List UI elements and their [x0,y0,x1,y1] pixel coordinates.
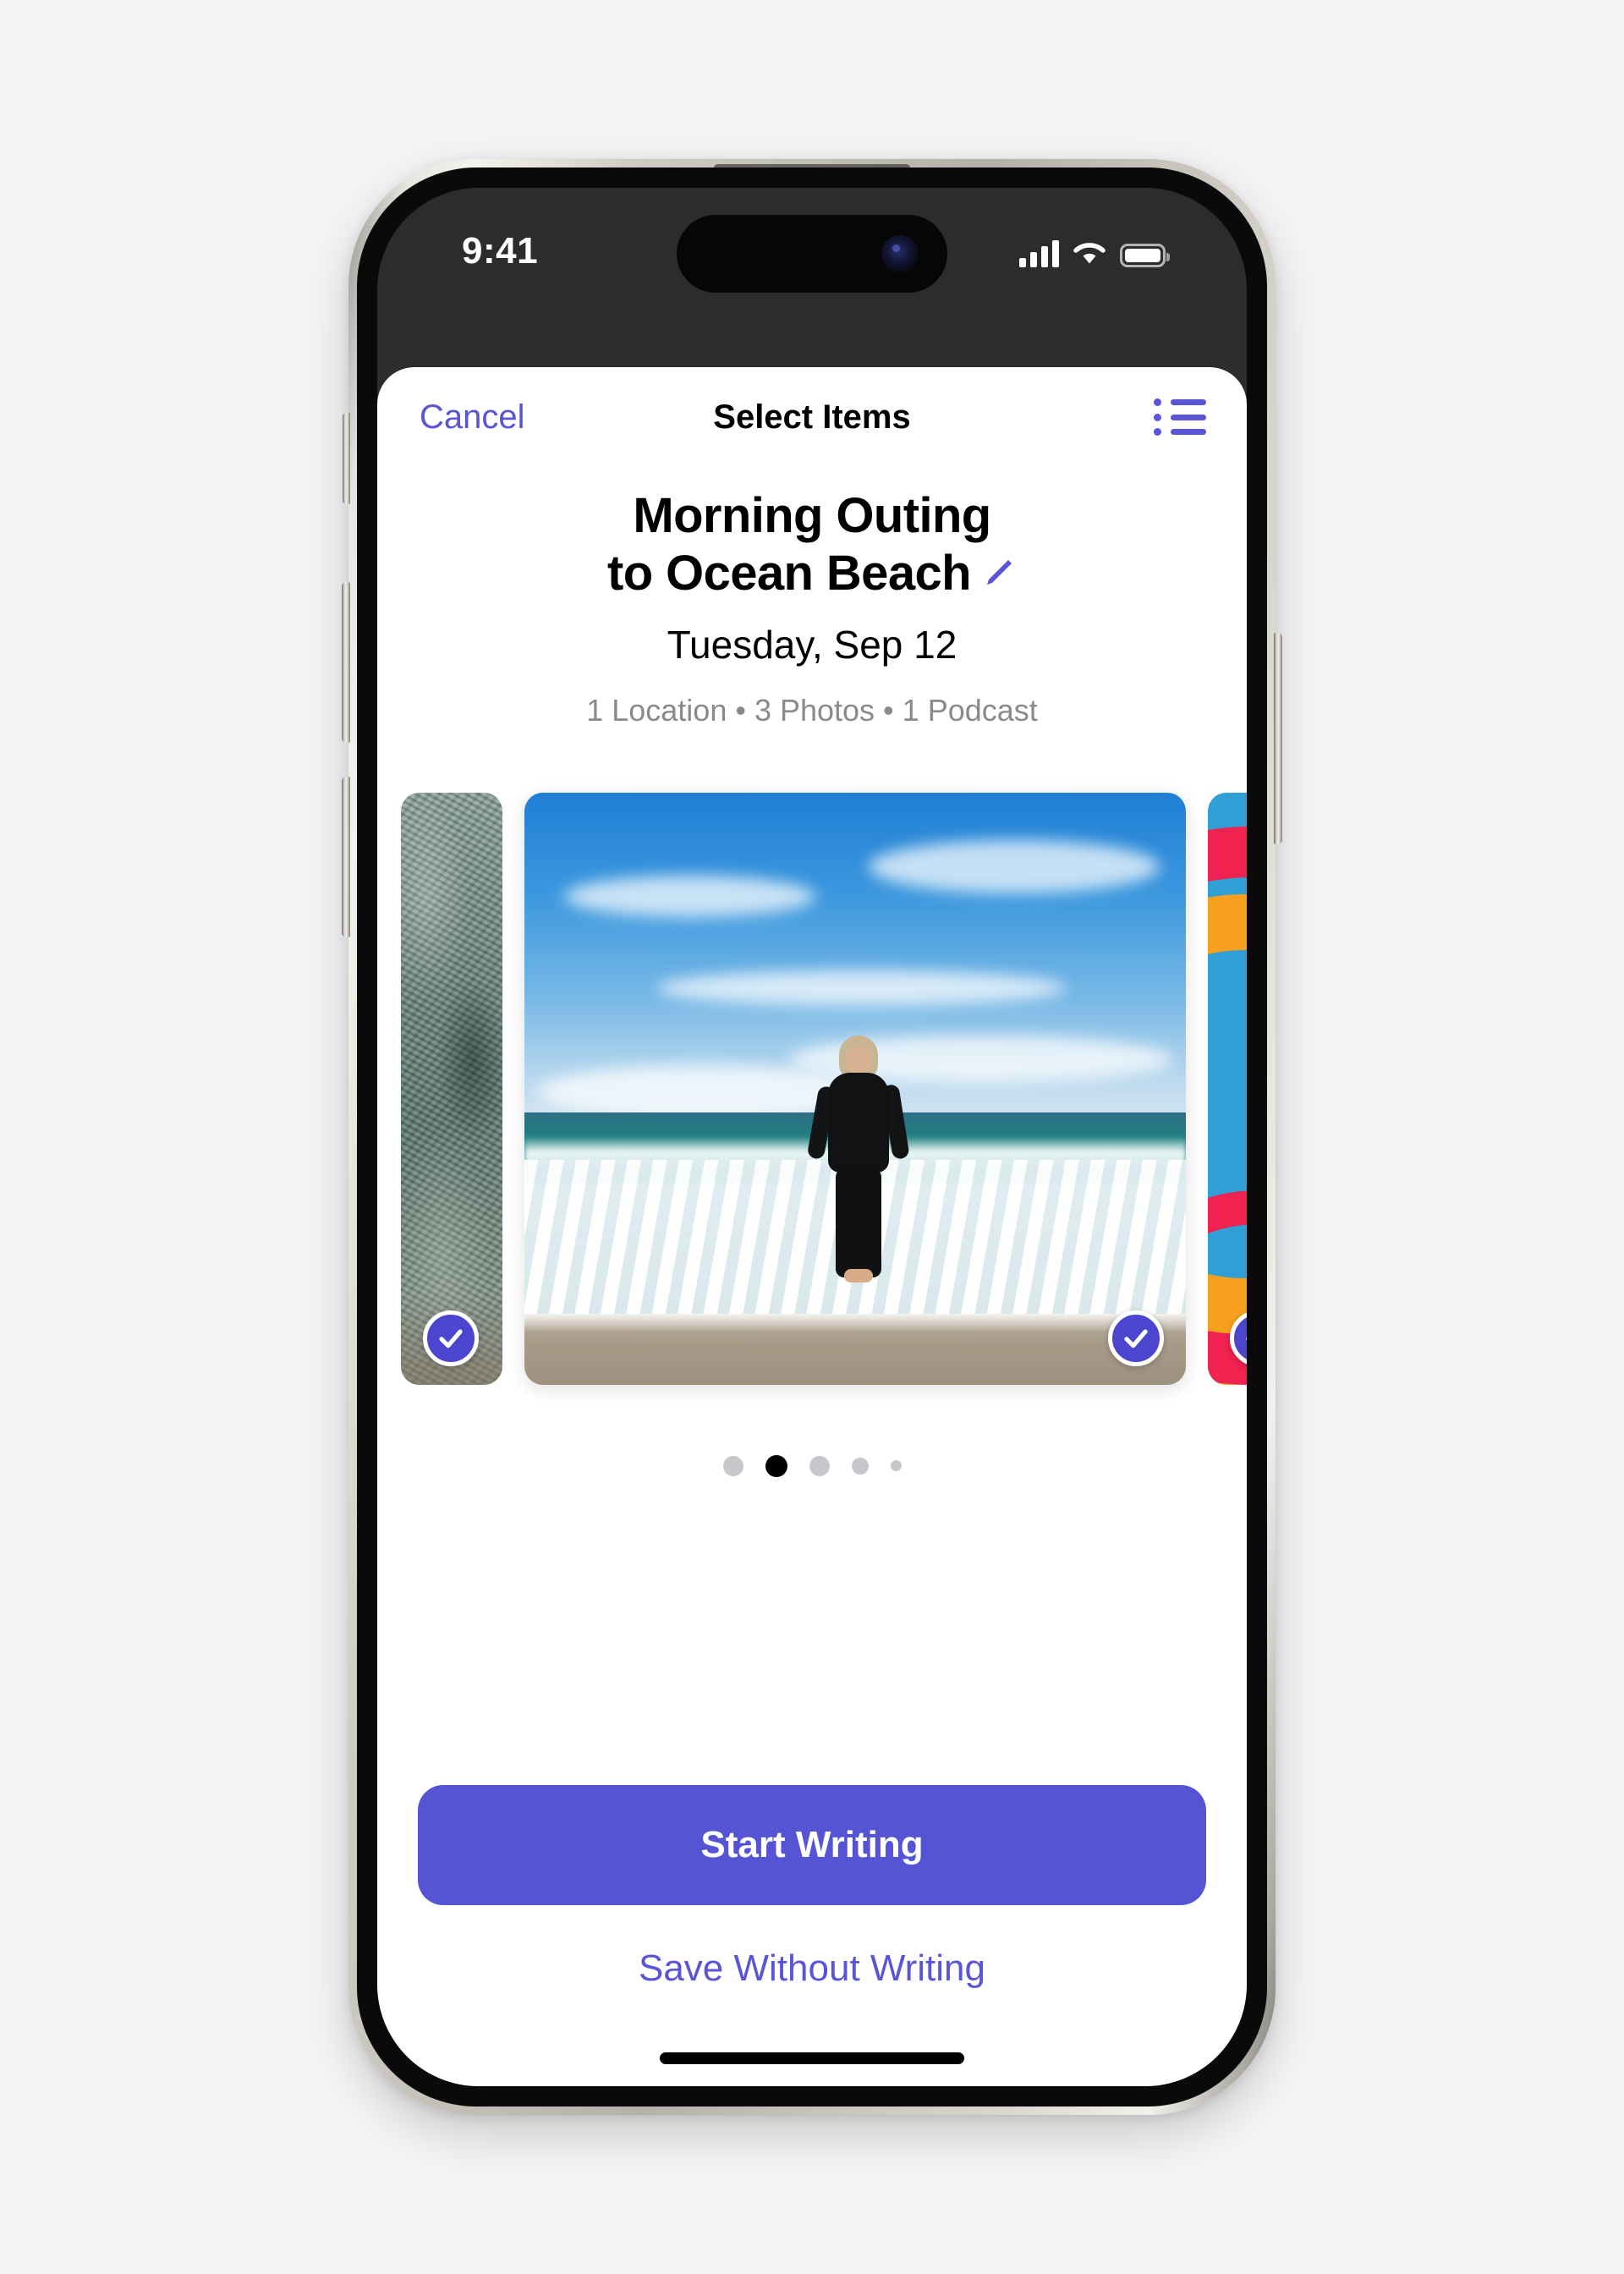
status-time: 9:41 [462,230,539,272]
navigation-bar: Cancel Select Items [377,367,1247,467]
checkmark-icon [1246,1337,1247,1341]
home-indicator[interactable] [660,2052,964,2064]
wifi-icon [1073,243,1106,264]
selection-checkmark-badge[interactable] [423,1310,479,1366]
event-header: Morning Outing to Ocean Beach Tuesday, S… [377,467,1247,728]
event-metadata: 1 Location • 3 Photos • 1 Podcast [586,692,1038,728]
pencil-icon[interactable] [979,554,1017,591]
rock-texture-image [401,792,502,1385]
page-indicator[interactable] [377,1449,1247,1483]
select-items-sheet: Cancel Select Items Morning Outing to Oc… [377,367,1247,2086]
page-dot-4[interactable] [851,1457,869,1475]
battery-full-icon [1120,244,1170,267]
cloud [868,839,1160,893]
save-without-writing-button[interactable]: Save Without Writing [418,1939,1206,1998]
screenshot-stage: 9:41 Cancel Select Items Morning Outing … [0,0,1624,2274]
dynamic-island [677,215,947,293]
status-bar: 9:41 [377,188,1247,367]
cloud [563,875,816,917]
carousel-track[interactable] [377,759,1247,1419]
start-writing-button[interactable]: Start Writing [418,1785,1206,1905]
volume-down-button[interactable] [342,777,350,937]
checkmark-icon [1124,1329,1148,1348]
checkmark-icon [439,1329,463,1348]
beach-runner-image [524,792,1186,1385]
sheet-footer: Start Writing Save Without Writing [377,1785,1247,2086]
page-dot-1[interactable] [722,1455,743,1476]
list-icon-row [1154,398,1208,406]
carousel-card-podcast[interactable] [1208,792,1247,1385]
selection-checkmark-badge[interactable] [1108,1310,1164,1366]
cancel-button[interactable]: Cancel [416,392,529,443]
bulleted-list-icon[interactable] [1154,395,1208,439]
runner-figure [806,1035,910,1296]
event-date: Tuesday, Sep 12 [667,622,957,667]
front-camera-icon [881,235,919,272]
event-title-line-2: to Ocean Beach [607,546,972,601]
power-button[interactable] [1274,633,1282,844]
cloud [656,969,1067,1006]
carousel-card-beach-photo[interactable] [524,792,1186,1385]
event-title-line-1: Morning Outing [633,488,991,543]
status-indicators [1019,228,1170,267]
device-bezel: 9:41 Cancel Select Items Morning Outing … [357,168,1267,2106]
list-icon-row [1154,428,1208,436]
phone-screen: 9:41 Cancel Select Items Morning Outing … [377,188,1247,2086]
signal-bars-icon [1019,240,1059,267]
carousel-card-rock-photo[interactable] [401,792,502,1385]
iphone-device-frame: 9:41 Cancel Select Items Morning Outing … [342,159,1282,2115]
page-dot-3[interactable] [809,1455,830,1476]
podcast-artwork-image [1208,792,1247,1385]
page-dot-5[interactable] [890,1460,902,1472]
media-carousel[interactable] [377,759,1247,1419]
volume-up-button[interactable] [342,582,350,743]
sand-region [524,1313,1186,1385]
event-title[interactable]: Morning Outing to Ocean Beach [453,487,1171,603]
page-dot-2[interactable] [765,1454,787,1477]
list-icon-row [1154,413,1208,421]
action-button[interactable] [343,413,350,504]
